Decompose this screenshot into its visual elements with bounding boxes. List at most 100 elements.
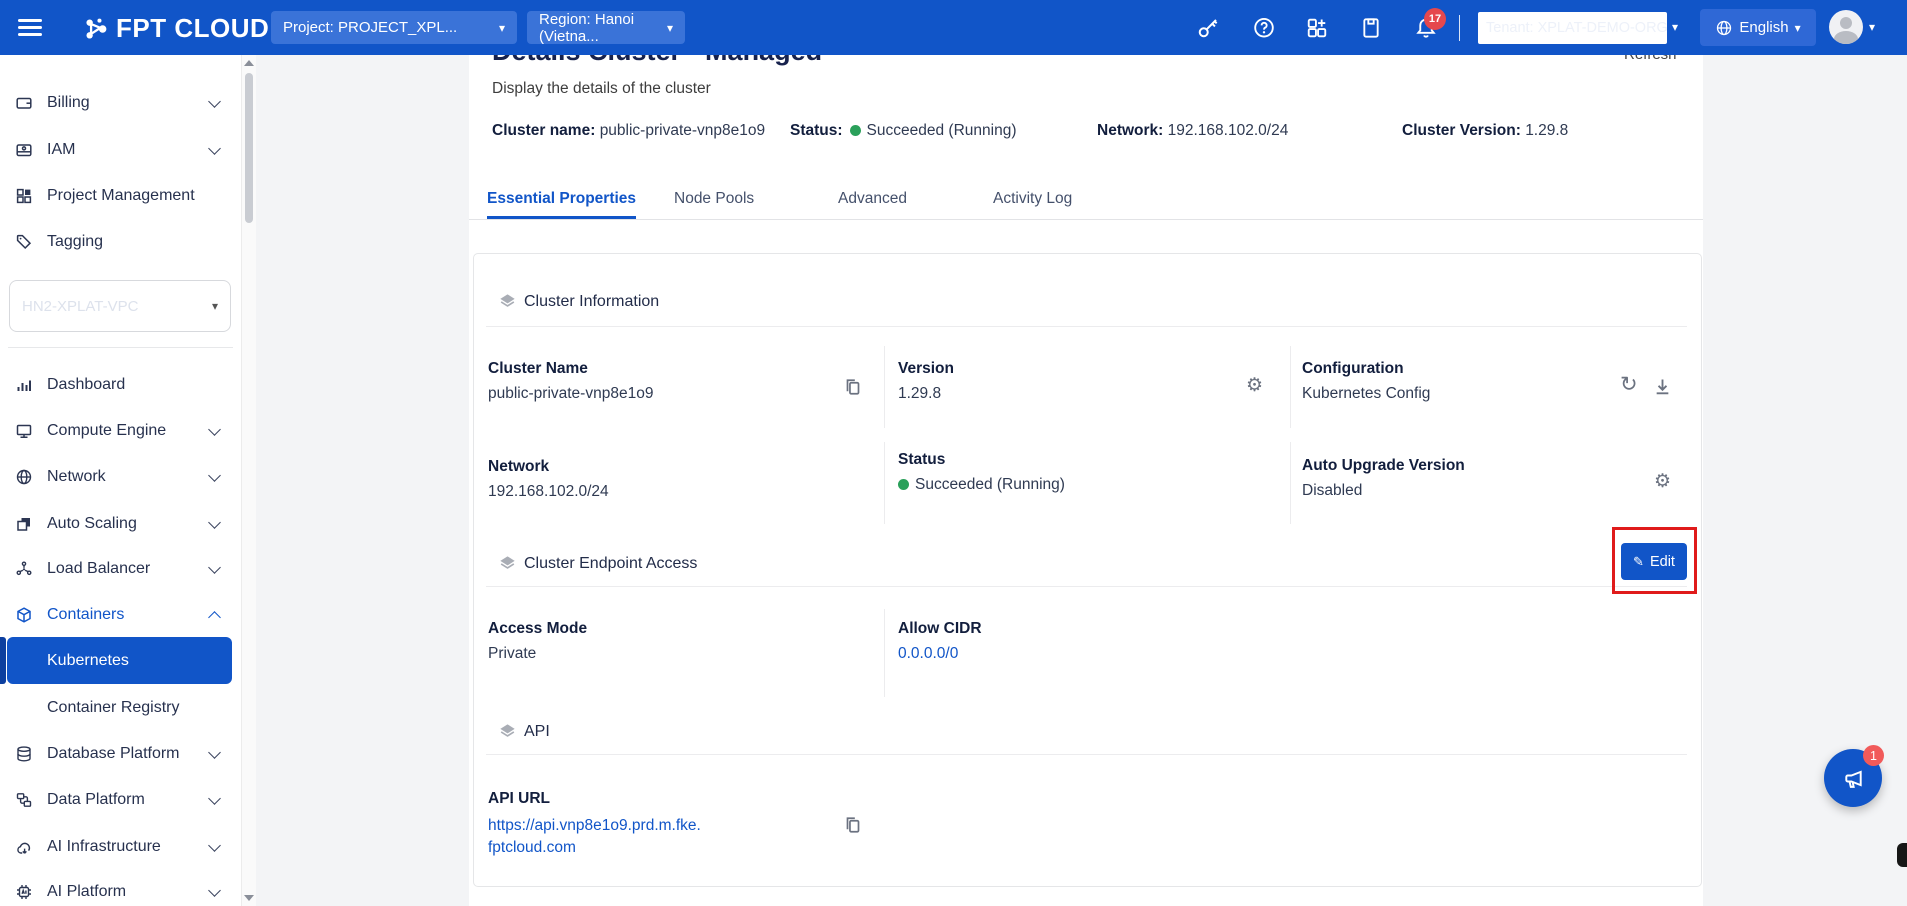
sidebar-item-billing[interactable]: Billing bbox=[0, 87, 241, 119]
brand-name: FPT CLOUD bbox=[116, 13, 269, 44]
project-dropdown[interactable]: Project: PROJECT_XPL... ▾ bbox=[271, 11, 517, 44]
refresh-icon[interactable]: ↻ bbox=[1620, 374, 1638, 395]
chevron-down-icon bbox=[208, 469, 221, 482]
edit-button[interactable]: ✎ Edit bbox=[1621, 543, 1687, 580]
page-scrollbar-thumb[interactable] bbox=[1897, 843, 1907, 867]
globe-icon bbox=[15, 468, 33, 486]
active-indicator bbox=[0, 637, 6, 684]
tab-bar: Essential Properties Node Pools Advanced… bbox=[469, 182, 1703, 220]
tab-activity-log[interactable]: Activity Log bbox=[993, 182, 1072, 219]
tab-node-pools[interactable]: Node Pools bbox=[674, 182, 754, 219]
chevron-down-icon bbox=[208, 884, 221, 897]
sidebar-item-container-registry[interactable]: Container Registry bbox=[0, 692, 241, 724]
sidebar-item-auto-scaling[interactable]: Auto Scaling bbox=[0, 508, 241, 540]
field-api-url: API URL https://api.vnp8e1o9.prd.m.fke.f… bbox=[488, 790, 704, 859]
tenant-dropdown[interactable]: Tenant: XPLAT-DEMO-ORG bbox=[1478, 12, 1667, 44]
tab-essential-properties[interactable]: Essential Properties bbox=[487, 182, 636, 219]
sidebar-item-project-management[interactable]: Project Management bbox=[0, 180, 241, 212]
sidebar-item-containers[interactable]: Containers bbox=[0, 599, 241, 631]
data-servers-icon bbox=[15, 791, 33, 809]
globe-icon bbox=[1715, 19, 1733, 37]
divider bbox=[8, 347, 233, 348]
scrollbar-thumb[interactable] bbox=[245, 73, 253, 223]
region-dropdown[interactable]: Region: Hanoi (Vietna... ▾ bbox=[527, 11, 685, 44]
tag-icon bbox=[15, 233, 33, 251]
cloud-sync-icon bbox=[15, 838, 33, 856]
field-network: Network 192.168.102.0/24 bbox=[488, 458, 609, 501]
divider bbox=[1459, 15, 1460, 41]
divider bbox=[1290, 346, 1291, 428]
hamburger-menu-icon[interactable] bbox=[18, 19, 42, 37]
scroll-down-arrow[interactable] bbox=[244, 895, 254, 901]
chevron-down-icon: ▾ bbox=[1869, 21, 1875, 33]
grid-flag-icon bbox=[15, 187, 33, 205]
vpc-select-value: HN2-XPLAT-VPC bbox=[22, 298, 212, 315]
copy-icon[interactable] bbox=[842, 376, 864, 398]
field-access-mode: Access Mode Private bbox=[488, 620, 587, 663]
chevron-up-icon bbox=[208, 611, 221, 624]
sidebar-item-iam[interactable]: IAM bbox=[0, 134, 241, 166]
gear-icon[interactable]: ⚙ bbox=[1246, 376, 1263, 395]
sidebar: Billing IAM Project Management Tagging H… bbox=[0, 55, 241, 906]
id-card-icon bbox=[15, 141, 33, 159]
layers-icon bbox=[498, 554, 517, 573]
monitor-icon bbox=[15, 422, 33, 440]
sidebar-item-tagging[interactable]: Tagging bbox=[0, 226, 241, 258]
announcement-badge: 1 bbox=[1863, 745, 1884, 766]
layers-icon bbox=[498, 292, 517, 311]
sidebar-item-ai-infrastructure[interactable]: AI Infrastructure bbox=[0, 831, 241, 863]
divider bbox=[884, 609, 885, 697]
api-url-link[interactable]: https://api.vnp8e1o9.prd.m.fke.fptcloud.… bbox=[488, 815, 704, 859]
scroll-up-arrow[interactable] bbox=[244, 60, 254, 66]
divider bbox=[486, 326, 1687, 327]
section-title-cluster-information: Cluster Information bbox=[524, 293, 659, 311]
sidebar-item-compute-engine[interactable]: Compute Engine bbox=[0, 415, 241, 447]
chevron-down-icon bbox=[208, 516, 221, 529]
language-dropdown[interactable]: English ▾ bbox=[1700, 9, 1816, 46]
person-icon bbox=[1840, 17, 1852, 29]
field-auto-upgrade: Auto Upgrade Version Disabled bbox=[1302, 457, 1465, 500]
copy-icon[interactable] bbox=[842, 814, 864, 836]
pencil-icon: ✎ bbox=[1633, 555, 1644, 568]
help-icon[interactable] bbox=[1252, 16, 1276, 40]
tab-advanced[interactable]: Advanced bbox=[838, 182, 907, 219]
status-dot bbox=[898, 479, 909, 490]
vpc-select[interactable]: HN2-XPLAT-VPC ▾ bbox=[9, 280, 231, 332]
api-key-icon[interactable] bbox=[1196, 16, 1220, 40]
chevron-down-icon bbox=[208, 95, 221, 108]
top-bar: FPT CLOUD Project: PROJECT_XPL... ▾ Regi… bbox=[0, 0, 1907, 55]
chevron-down-icon bbox=[208, 142, 221, 155]
wallet-icon bbox=[15, 94, 33, 112]
docs-icon[interactable] bbox=[1359, 16, 1383, 40]
nodes-icon bbox=[15, 560, 33, 578]
fpt-logo-icon bbox=[83, 16, 109, 42]
sidebar-item-database-platform[interactable]: Database Platform bbox=[0, 738, 241, 770]
sidebar-scrollbar[interactable] bbox=[241, 55, 256, 906]
divider bbox=[1290, 442, 1291, 524]
gear-icon[interactable]: ⚙ bbox=[1654, 472, 1671, 491]
sidebar-item-dashboard[interactable]: Dashboard bbox=[0, 369, 241, 401]
sidebar-item-ai-platform[interactable]: AI Platform bbox=[0, 876, 241, 906]
field-configuration: Configuration Kubernetes Config bbox=[1302, 360, 1430, 403]
chip-icon bbox=[15, 883, 33, 901]
field-cluster-name: Cluster Name public-private-vnp8e1o9 bbox=[488, 360, 653, 403]
sidebar-item-network[interactable]: Network bbox=[0, 461, 241, 493]
apps-grid-icon[interactable] bbox=[1305, 16, 1329, 40]
divider bbox=[486, 586, 1687, 587]
sidebar-item-load-balancer[interactable]: Load Balancer bbox=[0, 553, 241, 585]
database-icon bbox=[15, 745, 33, 763]
page-subtitle: Display the details of the cluster bbox=[492, 80, 711, 98]
download-icon[interactable] bbox=[1652, 376, 1673, 397]
sidebar-item-kubernetes[interactable]: Kubernetes bbox=[7, 637, 232, 684]
brand-logo[interactable]: FPT CLOUD bbox=[83, 13, 269, 44]
user-avatar[interactable] bbox=[1829, 10, 1863, 44]
megaphone-icon bbox=[1840, 765, 1867, 792]
summary-network: Network: 192.168.102.0/24 bbox=[1097, 122, 1288, 140]
allow-cidr-link[interactable]: 0.0.0.0/0 bbox=[898, 645, 982, 663]
layers-icon bbox=[498, 722, 517, 741]
cube-icon bbox=[15, 606, 33, 624]
section-title-endpoint-access: Cluster Endpoint Access bbox=[524, 555, 697, 573]
field-allow-cidr: Allow CIDR 0.0.0.0/0 bbox=[898, 620, 982, 663]
sidebar-item-data-platform[interactable]: Data Platform bbox=[0, 784, 241, 816]
app-root: Details Cluster - Managed Refresh Displa… bbox=[0, 0, 1907, 906]
